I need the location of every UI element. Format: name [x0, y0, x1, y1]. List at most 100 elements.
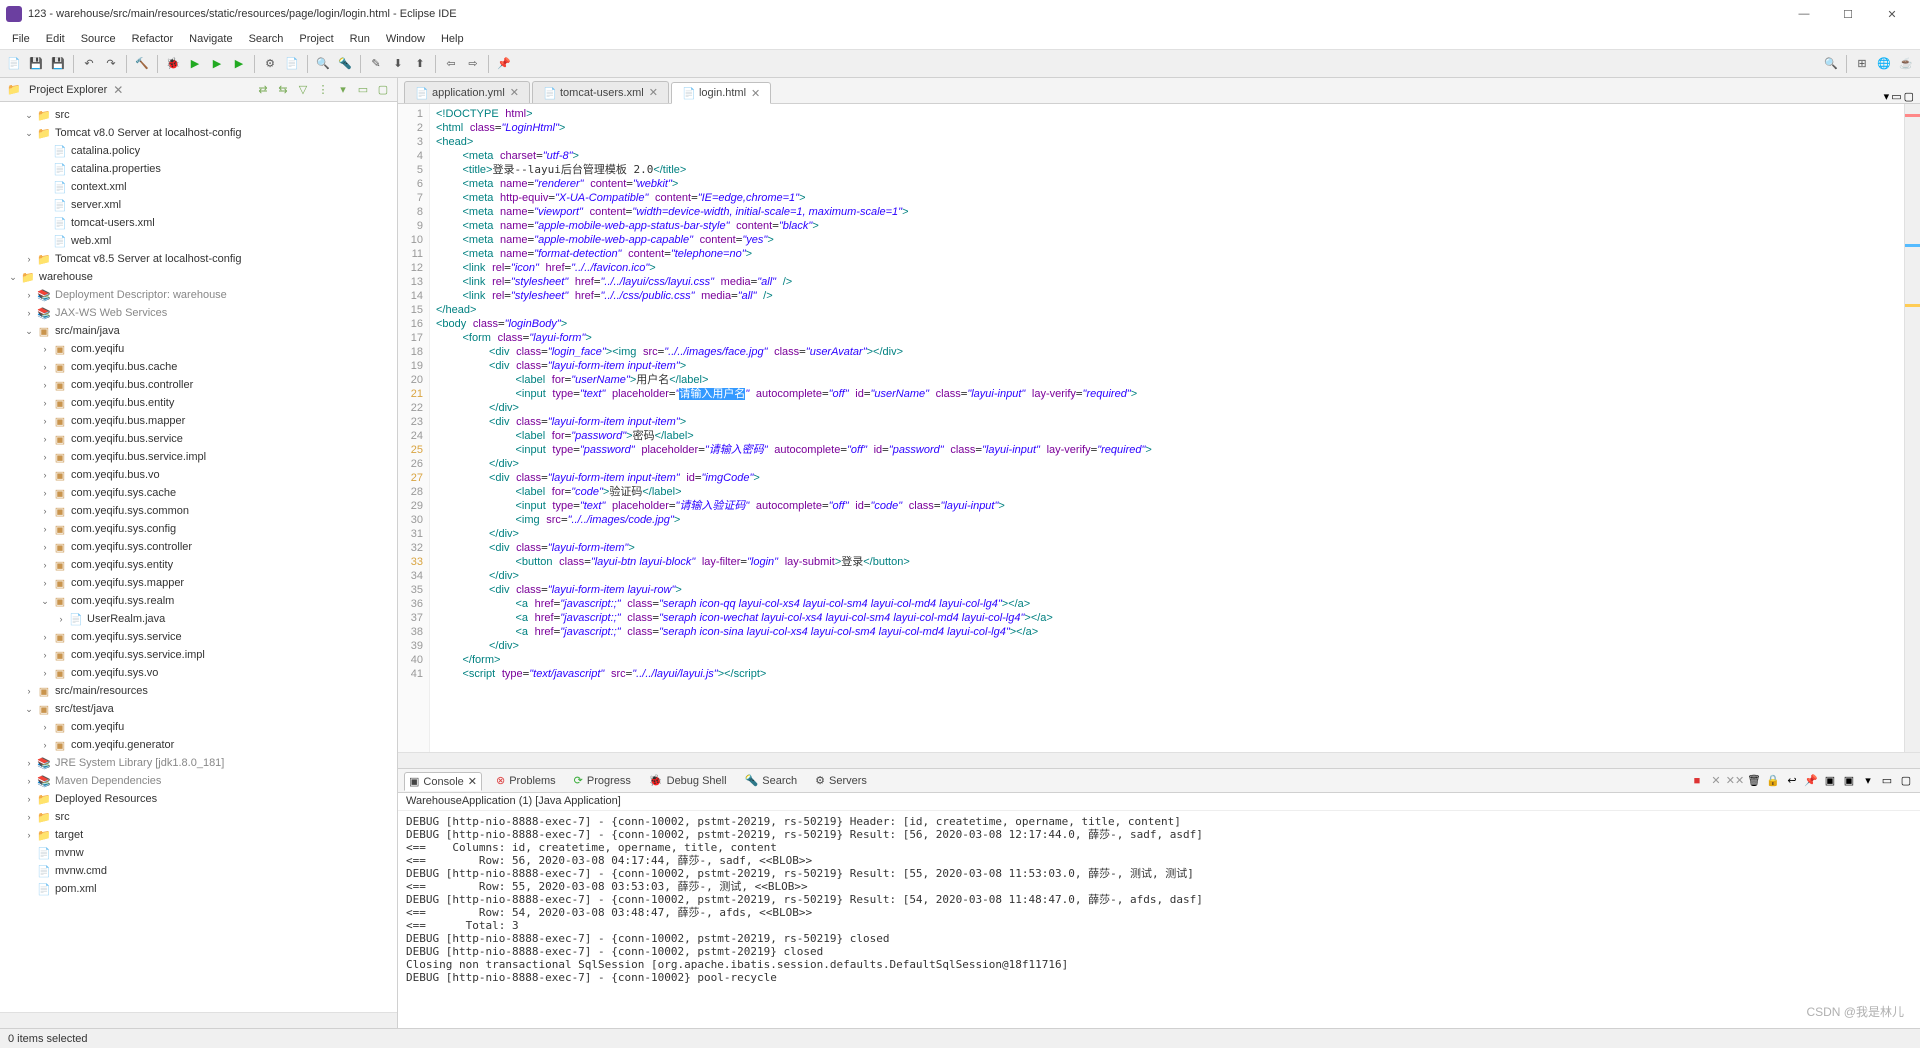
- view-menu-icon[interactable]: ▾: [335, 82, 351, 98]
- twisty-icon[interactable]: ›: [22, 776, 36, 786]
- tree-item[interactable]: ›▣com.yeqifu: [0, 718, 397, 736]
- tree-item[interactable]: ›📚Maven Dependencies: [0, 772, 397, 790]
- tree-item[interactable]: 📄server.xml: [0, 196, 397, 214]
- tree-item[interactable]: ›▣com.yeqifu.bus.service: [0, 430, 397, 448]
- close-icon[interactable]: ✕: [510, 86, 519, 99]
- open-console-icon[interactable]: ▣: [1841, 773, 1857, 789]
- tree-item[interactable]: ⌄▣src/main/java: [0, 322, 397, 340]
- twisty-icon[interactable]: ⌄: [38, 596, 52, 607]
- menu-edit[interactable]: Edit: [38, 31, 73, 47]
- menu-search[interactable]: Search: [241, 31, 292, 47]
- quick-access-icon[interactable]: 🔍: [1821, 54, 1841, 74]
- tree-item[interactable]: ›▣src/main/resources: [0, 682, 397, 700]
- tree-item[interactable]: ⌄📁Tomcat v8.0 Server at localhost-config: [0, 124, 397, 142]
- back-icon[interactable]: ⇦: [441, 54, 461, 74]
- maximize-panel-icon[interactable]: ▢: [1898, 773, 1914, 789]
- twisty-icon[interactable]: ⌄: [22, 704, 36, 715]
- tree-item[interactable]: ›▣com.yeqifu.sys.controller: [0, 538, 397, 556]
- tree-item[interactable]: ›📄UserRealm.java: [0, 610, 397, 628]
- tab-tomcat-users[interactable]: 📄tomcat-users.xml✕: [532, 81, 669, 103]
- undo-icon[interactable]: ↶: [79, 54, 99, 74]
- twisty-icon[interactable]: ›: [54, 614, 68, 624]
- tree-item[interactable]: ›▣com.yeqifu.generator: [0, 736, 397, 754]
- tree-item[interactable]: 📄catalina.policy: [0, 142, 397, 160]
- twisty-icon[interactable]: ›: [38, 470, 52, 480]
- close-icon[interactable]: ✕: [751, 87, 760, 100]
- tree-item[interactable]: ›▣com.yeqifu.bus.cache: [0, 358, 397, 376]
- new-jsp-icon[interactable]: 📄: [282, 54, 302, 74]
- tree-item[interactable]: ›▣com.yeqifu.sys.common: [0, 502, 397, 520]
- tree-item[interactable]: 📄web.xml: [0, 232, 397, 250]
- twisty-icon[interactable]: ›: [38, 542, 52, 552]
- tree-item[interactable]: ›▣com.yeqifu.bus.mapper: [0, 412, 397, 430]
- twisty-icon[interactable]: ›: [38, 506, 52, 516]
- editor[interactable]: 1234567891011121314151617181920212223242…: [398, 104, 1920, 752]
- tree-item[interactable]: ›▣com.yeqifu.sys.vo: [0, 664, 397, 682]
- coverage-icon[interactable]: ▶: [207, 54, 227, 74]
- tree-item[interactable]: ›📚Deployment Descriptor: warehouse: [0, 286, 397, 304]
- tree-item[interactable]: ›▣com.yeqifu.sys.mapper: [0, 574, 397, 592]
- twisty-icon[interactable]: ›: [22, 830, 36, 840]
- twisty-icon[interactable]: ›: [38, 668, 52, 678]
- tab-problems[interactable]: ⊗Problems: [492, 772, 560, 789]
- tree-item[interactable]: ›📁Deployed Resources: [0, 790, 397, 808]
- twisty-icon[interactable]: ›: [38, 434, 52, 444]
- twisty-icon[interactable]: ›: [38, 740, 52, 750]
- twisty-icon[interactable]: ›: [38, 524, 52, 534]
- tree-item[interactable]: ›▣com.yeqifu.sys.config: [0, 520, 397, 538]
- tree-item[interactable]: ›▣com.yeqifu.sys.entity: [0, 556, 397, 574]
- twisty-icon[interactable]: ⌄: [6, 272, 20, 283]
- tab-console[interactable]: ▣Console✕: [404, 772, 482, 791]
- twisty-icon[interactable]: ›: [38, 632, 52, 642]
- scroll-lock-icon[interactable]: 🔒: [1765, 773, 1781, 789]
- tree-item[interactable]: ›▣com.yeqifu.sys.service.impl: [0, 646, 397, 664]
- close-icon[interactable]: ✕: [649, 86, 658, 99]
- tree-item[interactable]: ›▣com.yeqifu.bus.controller: [0, 376, 397, 394]
- minimize-view-icon[interactable]: ▭: [355, 82, 371, 98]
- menu-project[interactable]: Project: [291, 31, 341, 47]
- close-icon[interactable]: ✕: [468, 775, 477, 788]
- run-icon[interactable]: ▶: [185, 54, 205, 74]
- close-button[interactable]: ✕: [1870, 0, 1914, 28]
- twisty-icon[interactable]: ›: [22, 758, 36, 768]
- twisty-icon[interactable]: ⌄: [22, 128, 36, 139]
- tab-servers[interactable]: ⚙Servers: [811, 772, 871, 789]
- remove-all-icon[interactable]: ✕✕: [1727, 773, 1743, 789]
- pin-console-icon[interactable]: 📌: [1803, 773, 1819, 789]
- tree-item[interactable]: ›▣com.yeqifu: [0, 340, 397, 358]
- menu-window[interactable]: Window: [378, 31, 433, 47]
- run-last-icon[interactable]: ▶: [229, 54, 249, 74]
- collapse-all-icon[interactable]: ⇄: [255, 82, 271, 98]
- tree-item[interactable]: 📄mvnw.cmd: [0, 862, 397, 880]
- twisty-icon[interactable]: ›: [22, 794, 36, 804]
- twisty-icon[interactable]: ›: [38, 560, 52, 570]
- prev-annotation-icon[interactable]: ⬆: [410, 54, 430, 74]
- twisty-icon[interactable]: ⌄: [22, 326, 36, 337]
- tree-item[interactable]: ›📁src: [0, 808, 397, 826]
- twisty-icon[interactable]: ›: [38, 416, 52, 426]
- menu-refactor[interactable]: Refactor: [124, 31, 182, 47]
- minimize-button[interactable]: —: [1782, 0, 1826, 28]
- terminate-icon[interactable]: ■: [1689, 773, 1705, 789]
- minimize-editor-icon[interactable]: ▭: [1891, 90, 1901, 103]
- twisty-icon[interactable]: ›: [22, 686, 36, 696]
- pin-icon[interactable]: 📌: [494, 54, 514, 74]
- twisty-icon[interactable]: ›: [38, 362, 52, 372]
- new-console-icon[interactable]: ▾: [1860, 773, 1876, 789]
- twisty-icon[interactable]: ›: [22, 812, 36, 822]
- clear-console-icon[interactable]: 🗑: [1746, 773, 1762, 789]
- twisty-icon[interactable]: ›: [38, 488, 52, 498]
- tab-search[interactable]: 🔦Search: [741, 772, 802, 789]
- tree-item[interactable]: ›▣com.yeqifu.bus.entity: [0, 394, 397, 412]
- console-output[interactable]: DEBUG [http-nio-8888-exec-7] - {conn-100…: [398, 811, 1920, 1028]
- tree-item[interactable]: ⌄📁src: [0, 106, 397, 124]
- tree-item[interactable]: 📄tomcat-users.xml: [0, 214, 397, 232]
- new-server-icon[interactable]: ⚙: [260, 54, 280, 74]
- overview-ruler[interactable]: [1904, 104, 1920, 752]
- tree-item[interactable]: 📄context.xml: [0, 178, 397, 196]
- filter-icon[interactable]: ▽: [295, 82, 311, 98]
- tree-item[interactable]: ›▣com.yeqifu.sys.service: [0, 628, 397, 646]
- tab-login-html[interactable]: 📄login.html✕: [671, 82, 771, 104]
- open-perspective-icon[interactable]: ⊞: [1852, 54, 1872, 74]
- minimize-panel-icon[interactable]: ▭: [1879, 773, 1895, 789]
